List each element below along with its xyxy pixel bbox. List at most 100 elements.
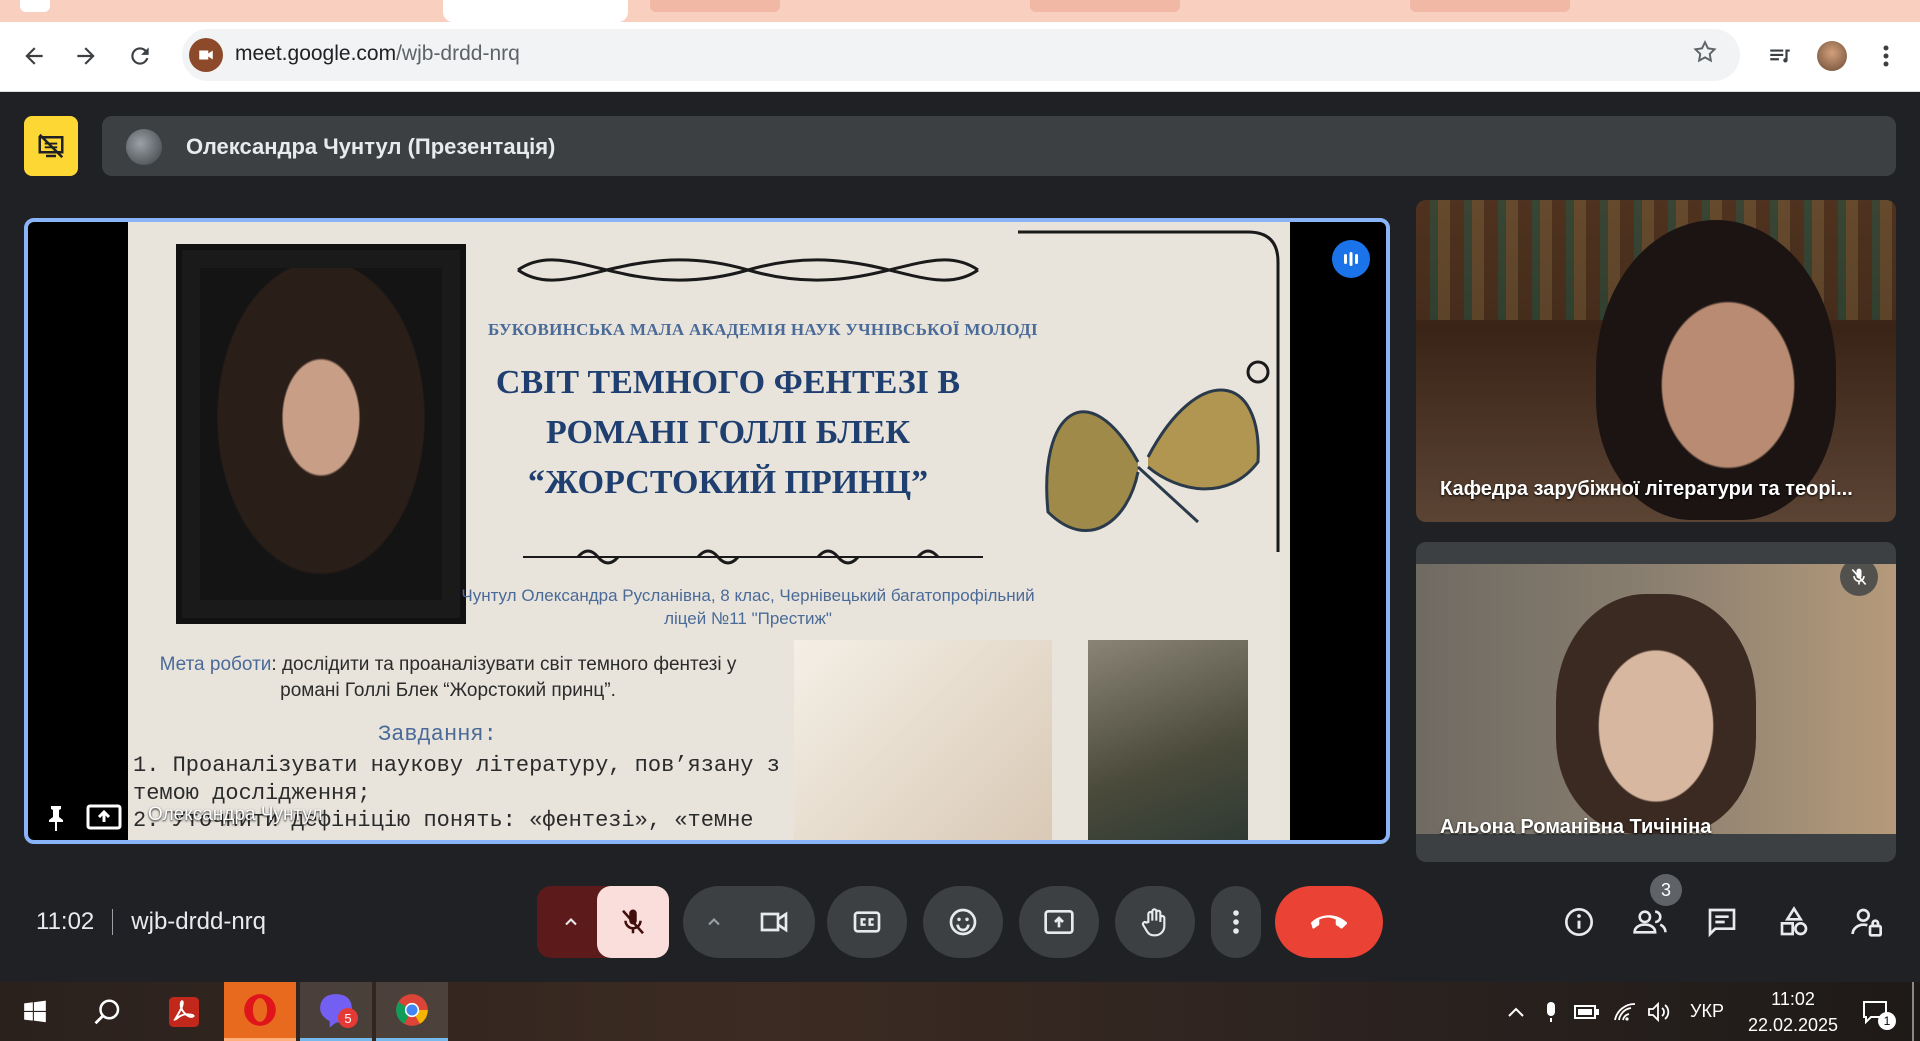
taskbar-clock[interactable]: 11:02 22.02.2025 — [1738, 986, 1848, 1038]
info-icon — [1565, 908, 1593, 936]
search-button[interactable] — [72, 982, 144, 1041]
chevron-up-icon — [565, 918, 577, 926]
tray-language[interactable]: УКР — [1682, 982, 1732, 1041]
viber-badge: 5 — [338, 1008, 358, 1028]
participant-name: Кафедра зарубіжної літератури та теорі..… — [1440, 478, 1853, 500]
chevron-up-icon — [1508, 1007, 1524, 1017]
videocam-icon — [760, 911, 788, 933]
meeting-details-button[interactable] — [1555, 898, 1603, 946]
divider — [112, 909, 114, 935]
slide-illustration-image — [1088, 640, 1248, 840]
taskbar-app-viber[interactable]: 5 — [300, 982, 372, 1041]
tray-network[interactable] — [1610, 982, 1640, 1041]
tray-battery[interactable] — [1570, 982, 1604, 1041]
stop-presenting-button[interactable] — [24, 116, 78, 176]
mic-toggle-button[interactable] — [597, 886, 669, 958]
present-screen-button[interactable] — [1019, 886, 1099, 958]
start-button[interactable] — [0, 982, 70, 1041]
shared-slide: БУКОВИНСЬКА МАЛА АКАДЕМІЯ НАУК УЧНІВСЬКО… — [128, 222, 1290, 840]
video-options-button[interactable] — [689, 912, 739, 932]
raise-hand-button[interactable] — [1115, 886, 1195, 958]
mic-off-icon — [1840, 558, 1878, 596]
media-controls-icon[interactable] — [1760, 36, 1800, 76]
url-text[interactable]: meet.google.com/wjb-drdd-nrq — [235, 42, 520, 66]
slide-goal: Мета роботи: дослідити та проаналізувати… — [159, 654, 737, 701]
participant-tile[interactable]: Кафедра зарубіжної літератури та теорі..… — [1416, 200, 1896, 522]
reload-icon — [131, 47, 149, 65]
people-count-badge: 3 — [1650, 874, 1682, 906]
tray-overflow-button[interactable] — [1502, 982, 1530, 1041]
closed-captions-icon — [853, 911, 881, 933]
tab[interactable] — [20, 0, 50, 12]
participant-video — [1416, 564, 1896, 834]
reactions-button[interactable] — [923, 886, 1003, 958]
notification-count: 1 — [1878, 1012, 1896, 1030]
more-options-button[interactable] — [1211, 886, 1261, 958]
opera-icon — [244, 994, 276, 1026]
tab-active[interactable] — [443, 0, 628, 22]
bookmark-star-icon[interactable] — [1692, 39, 1718, 65]
present-to-all-icon[interactable] — [86, 802, 122, 832]
mic-off-icon — [622, 909, 644, 935]
meeting-code[interactable]: wjb-drdd-nrq — [131, 908, 266, 936]
acrobat-icon — [169, 996, 199, 1027]
leave-call-button[interactable] — [1275, 886, 1383, 958]
profile-avatar[interactable] — [1812, 36, 1852, 76]
presenter-bar: Олександра Чунтул (Презентація) — [102, 116, 1896, 176]
call-end-icon — [1311, 915, 1347, 929]
butterfly-image — [1045, 388, 1260, 532]
chrome-icon — [396, 994, 428, 1026]
meeting-time: 11:02 — [36, 908, 95, 935]
slide-title: СВІТ ТЕМНОГО ФЕНТЕЗІ В РОМАНІ ГОЛЛІ БЛЕК… — [495, 364, 961, 501]
browser-menu-icon[interactable] — [1868, 36, 1904, 76]
show-desktop-button[interactable] — [1912, 982, 1914, 1041]
host-controls-button[interactable] — [1842, 898, 1890, 946]
audio-options-button[interactable] — [547, 886, 595, 958]
microphone-icon — [1547, 1001, 1555, 1022]
tab[interactable] — [1030, 0, 1180, 12]
present-to-all-icon — [1044, 910, 1074, 934]
activities-icon — [1780, 906, 1808, 936]
pin-icon[interactable] — [44, 804, 68, 832]
camera-toggle-button[interactable] — [739, 906, 809, 938]
taskbar-app-chrome[interactable] — [376, 982, 448, 1041]
notifications-button[interactable]: 1 — [1854, 982, 1898, 1041]
more-vert-icon — [1233, 910, 1239, 934]
slide-author: Чунтул Олександра Русланівна, 8 клас, Че… — [461, 586, 1035, 628]
chat-button[interactable] — [1698, 898, 1746, 946]
reload-button[interactable] — [120, 36, 160, 76]
tab-strip — [0, 0, 1920, 22]
participant-video — [1596, 220, 1836, 520]
tray-volume[interactable] — [1644, 982, 1674, 1041]
emoji-icon — [949, 908, 977, 936]
windows-logo-icon — [24, 1000, 46, 1022]
slide-task-1: 1. Проаналізувати наукову літературу, по… — [133, 753, 780, 806]
back-button[interactable] — [14, 36, 54, 76]
activities-button[interactable] — [1770, 898, 1818, 946]
tray-microphone[interactable] — [1536, 982, 1566, 1041]
speaking-indicator-icon — [1332, 240, 1370, 278]
people-icon — [1633, 910, 1667, 934]
slide-collage-image — [794, 640, 1052, 840]
ornament-top — [517, 258, 979, 282]
video-group — [683, 886, 815, 958]
taskbar-app-acrobat[interactable] — [148, 982, 220, 1041]
present-off-icon — [38, 133, 64, 159]
main-presentation-tile[interactable]: БУКОВИНСЬКА МАЛА АКАДЕМІЯ НАУК УЧНІВСЬКО… — [24, 218, 1390, 844]
slide-tasks-heading: Завдання: — [378, 722, 497, 747]
presenter-label: Олександра Чунтул (Презентація) — [186, 134, 556, 159]
captions-button[interactable] — [827, 886, 907, 958]
forward-button[interactable] — [66, 36, 106, 76]
tab[interactable] — [1410, 0, 1570, 12]
taskbar-app-opera[interactable] — [224, 982, 296, 1041]
arrow-left-icon — [25, 47, 43, 65]
address-bar[interactable]: meet.google.com/wjb-drdd-nrq — [182, 29, 1740, 81]
site-info-icon[interactable] — [189, 38, 223, 72]
hand-icon — [1141, 908, 1166, 937]
battery-icon — [1574, 1004, 1599, 1019]
participant-tile[interactable]: Альона Романівна Тичініна — [1416, 542, 1896, 862]
slide-org: БУКОВИНСЬКА МАЛА АКАДЕМІЯ НАУК УЧНІВСЬКО… — [488, 320, 1038, 339]
tab[interactable] — [650, 0, 780, 12]
avatar — [126, 129, 162, 165]
host-lock-icon — [1851, 908, 1882, 937]
